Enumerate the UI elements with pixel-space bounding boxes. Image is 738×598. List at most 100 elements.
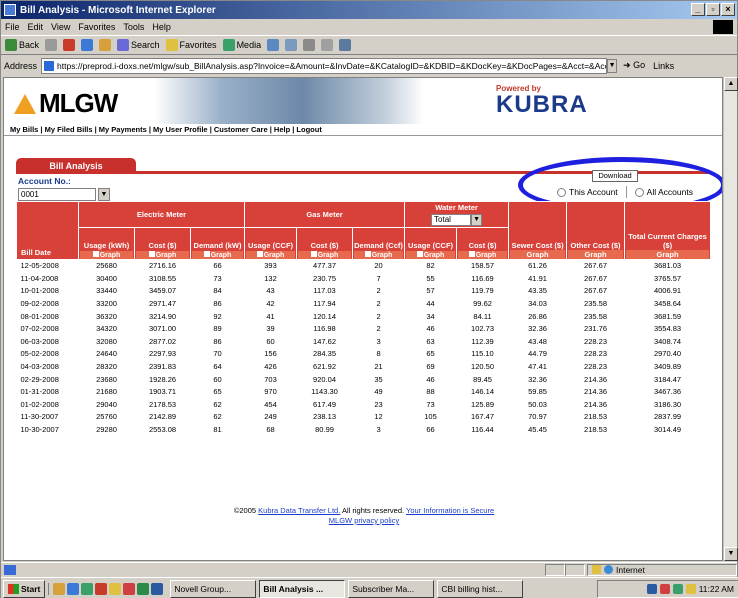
refresh-button[interactable] — [81, 39, 94, 51]
history-button[interactable] — [267, 39, 280, 51]
menu-edit[interactable]: Edit — [28, 22, 44, 32]
graph-water-usage[interactable]: Graph — [406, 251, 456, 259]
task-bill-analysis[interactable]: Bill Analysis ... — [259, 579, 346, 598]
title-bar[interactable]: Bill Analysis - Microsoft Internet Explo… — [1, 1, 737, 19]
address-url: https://preprod.i-doxs.net/mlgw/sub_Bill… — [57, 60, 608, 71]
graph-other[interactable]: Graph — [568, 250, 624, 259]
site-nav[interactable]: My Bills | My Filed Bills | My Payments … — [4, 124, 722, 136]
minimize-button[interactable]: _ — [691, 3, 705, 16]
edit-button[interactable] — [321, 39, 334, 51]
search-button[interactable]: Search — [117, 39, 160, 51]
menu-help[interactable]: Help — [152, 22, 171, 32]
mail-icon — [285, 39, 298, 51]
cell-sewer: 26.86 — [508, 309, 567, 323]
graph-electric-cost[interactable]: Graph — [136, 251, 189, 259]
cell-e-cost: 2178.53 — [134, 398, 191, 412]
zone-label: Internet — [616, 564, 645, 575]
graph-checkbox[interactable] — [148, 251, 155, 257]
home-button[interactable] — [99, 39, 112, 51]
kubra-link[interactable]: Kubra Data Transfer Ltd. — [258, 506, 340, 515]
quicklaunch-icon[interactable] — [95, 582, 108, 595]
task-novell[interactable]: Novell Group... — [170, 579, 257, 598]
tab-bill-analysis[interactable]: Bill Analysis — [16, 158, 136, 174]
graph-gas-cost[interactable]: Graph — [298, 251, 352, 259]
address-dropdown-button[interactable]: ▼ — [607, 58, 618, 73]
privacy-policy-link[interactable]: MLGW privacy policy — [329, 516, 399, 525]
mail-button[interactable] — [285, 39, 298, 51]
vertical-scrollbar[interactable]: ▲ ▼ — [723, 77, 738, 561]
graph-total[interactable]: Graph — [626, 250, 710, 259]
tray-icon[interactable] — [659, 583, 670, 594]
cell-g-demand: 8 — [352, 347, 405, 361]
task-subscriber[interactable]: Subscriber Ma... — [348, 579, 435, 598]
menu-view[interactable]: View — [51, 22, 70, 32]
mlgw-logo[interactable]: MLGW — [14, 88, 118, 119]
tray-icon[interactable] — [646, 583, 657, 594]
maximize-button[interactable]: ▫ — [706, 3, 720, 16]
secure-info-link[interactable]: Your Information is Secure — [406, 506, 494, 515]
go-button[interactable]: ➜ Go — [623, 60, 645, 71]
menu-file[interactable]: File — [5, 22, 20, 32]
cell-e-demand: 84 — [190, 284, 245, 298]
tray-icon[interactable] — [672, 583, 683, 594]
graph-checkbox[interactable] — [364, 251, 371, 257]
menu-favorites[interactable]: Favorites — [78, 22, 115, 32]
water-meter-label: Water Meter — [435, 203, 478, 212]
graph-electric-demand[interactable]: Graph — [192, 251, 244, 259]
scroll-up-arrow-icon[interactable]: ▲ — [724, 77, 738, 91]
graph-checkbox[interactable] — [203, 251, 210, 257]
quicklaunch-icon[interactable] — [53, 582, 66, 595]
graph-water-cost[interactable]: Graph — [458, 251, 508, 259]
cell-date: 08-01-2008 — [16, 309, 79, 323]
tray-icon[interactable] — [685, 583, 696, 594]
water-meter-select[interactable]: Total ▼ — [431, 214, 483, 226]
print-button[interactable] — [303, 39, 316, 51]
graph-checkbox[interactable] — [310, 251, 317, 257]
stop-button[interactable] — [63, 39, 76, 51]
cell-other: 214.36 — [566, 398, 625, 412]
graph-gas-usage[interactable]: Graph — [246, 251, 296, 259]
windows-logo-icon — [713, 20, 733, 34]
start-button[interactable]: Start — [3, 579, 46, 598]
cell-e-cost: 2553.08 — [134, 423, 191, 437]
cell-g-cost: 116.98 — [296, 322, 353, 336]
back-button[interactable]: Back — [5, 39, 39, 51]
media-button[interactable]: Media — [222, 39, 261, 51]
cell-w-usage: 105 — [404, 410, 457, 424]
graph-checkbox[interactable] — [92, 251, 99, 257]
graph-checkbox[interactable] — [416, 251, 423, 257]
menu-tools[interactable]: Tools — [123, 22, 144, 32]
cell-total: 3765.57 — [624, 272, 711, 286]
graph-gas-demand[interactable]: Graph — [354, 251, 404, 259]
quicklaunch-icon[interactable] — [137, 582, 150, 595]
discuss-button[interactable] — [339, 39, 352, 51]
forward-button[interactable] — [45, 39, 58, 51]
quicklaunch-icon[interactable] — [67, 582, 80, 595]
quicklaunch-icon[interactable] — [151, 582, 164, 595]
cell-e-demand: 62 — [190, 398, 245, 412]
account-dropdown-icon[interactable]: ▼ — [98, 188, 110, 201]
refresh-icon — [81, 39, 94, 51]
cell-w-cost: 102.73 — [456, 322, 509, 336]
graph-checkbox[interactable] — [256, 251, 263, 257]
address-input[interactable]: https://preprod.i-doxs.net/mlgw/sub_Bill… — [41, 57, 608, 74]
quicklaunch-icon[interactable] — [81, 582, 94, 595]
links-button[interactable]: Links — [653, 61, 674, 71]
account-select[interactable]: 0001 — [18, 188, 96, 201]
water-dropdown-icon[interactable]: ▼ — [471, 214, 483, 226]
favorites-button[interactable]: Favorites — [165, 39, 217, 51]
site-nav-links[interactable]: My Bills | My Filed Bills | My Payments … — [10, 125, 322, 134]
task-cbi-billing[interactable]: CBI billing hist... — [437, 579, 524, 598]
quicklaunch-icon[interactable] — [109, 582, 122, 595]
graph-sewer[interactable]: Graph — [510, 250, 566, 259]
cell-other: 228.23 — [566, 360, 625, 374]
scroll-down-arrow-icon[interactable]: ▼ — [724, 547, 738, 561]
graph-checkbox[interactable] — [468, 251, 475, 257]
cell-g-usage: 156 — [244, 347, 297, 361]
graph-electric-usage[interactable]: Graph — [80, 251, 133, 259]
quicklaunch-icon[interactable] — [123, 582, 136, 595]
cell-e-demand: 73 — [190, 272, 245, 286]
close-button[interactable]: × — [721, 3, 735, 16]
graph-label: Graph — [155, 252, 177, 259]
rights-text: All rights reserved. — [341, 506, 405, 515]
